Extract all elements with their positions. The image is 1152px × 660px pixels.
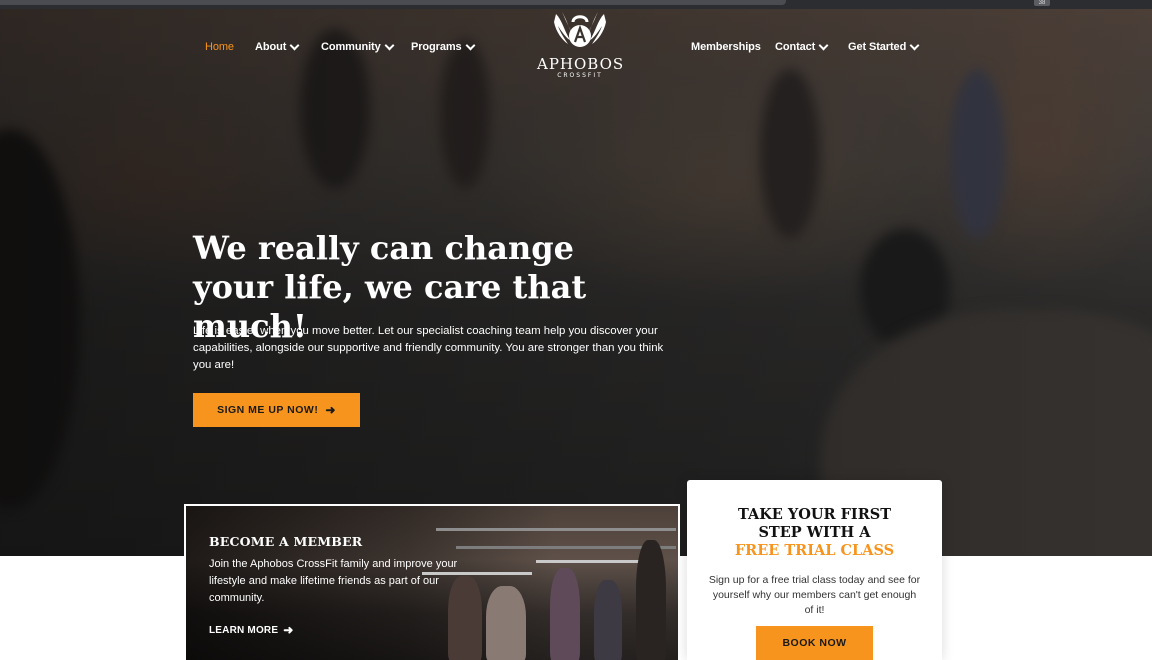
logo-subtitle: CROSSFIT	[557, 72, 603, 79]
nav-home[interactable]: Home	[205, 40, 234, 54]
chevron-down-icon	[909, 40, 920, 51]
trial-card-title: TAKE YOUR FIRST STEP WITH A FREE TRIAL C…	[687, 506, 942, 560]
learn-more-label: LEARN MORE	[209, 624, 279, 636]
trial-card-description: Sign up for a free trial class today and…	[708, 574, 921, 616]
member-card-title: BECOME A MEMBER	[209, 534, 363, 549]
browser-top-strip: 38	[0, 0, 1152, 9]
nav-memberships[interactable]: Memberships	[691, 40, 761, 54]
chevron-down-icon	[818, 40, 829, 51]
chevron-down-icon	[289, 40, 300, 51]
nav-memberships-label: Memberships	[691, 41, 761, 53]
member-card-content: BECOME A MEMBER Join the Aphobos CrossFi…	[186, 506, 678, 660]
sign-up-button[interactable]: SIGN ME UP NOW! ➜	[193, 393, 360, 427]
extension-badge[interactable]: 38	[1034, 0, 1050, 6]
logo-name: APHOBOS	[537, 55, 625, 73]
trial-title-accent: FREE TRIAL CLASS	[734, 542, 895, 559]
nav-community[interactable]: Community	[321, 40, 395, 54]
nav-about[interactable]: About	[255, 40, 300, 54]
nav-about-label: About	[255, 41, 287, 53]
nav-programs[interactable]: Programs	[411, 40, 476, 54]
trial-title-line1: TAKE YOUR FIRST	[737, 506, 892, 523]
member-card-description: Join the Aphobos CrossFit family and imp…	[209, 558, 458, 604]
learn-more-link[interactable]: LEARN MORE ➜	[209, 624, 294, 636]
chevron-down-icon	[465, 40, 476, 51]
book-now-button[interactable]: BOOK NOW	[756, 626, 873, 660]
free-trial-card: TAKE YOUR FIRST STEP WITH A FREE TRIAL C…	[687, 480, 942, 660]
site-logo[interactable]: APHOBOS CROSSFIT	[537, 10, 623, 86]
nav-get-started[interactable]: Get Started	[848, 40, 920, 54]
address-bar[interactable]	[0, 0, 786, 5]
become-member-card: BECOME A MEMBER Join the Aphobos CrossFi…	[184, 504, 680, 660]
sign-up-button-label: SIGN ME UP NOW!	[217, 404, 319, 416]
nav-get-started-label: Get Started	[848, 41, 907, 53]
hero-section: Home About Community Programs Membership…	[0, 9, 1152, 556]
arrow-right-icon: ➜	[283, 623, 294, 637]
winged-kettlebell-icon	[554, 12, 606, 47]
chevron-down-icon	[384, 40, 395, 51]
nav-home-label: Home	[205, 41, 234, 53]
arrow-right-icon: ➜	[325, 403, 336, 417]
hero-description: Life is easier when you move better. Let…	[193, 325, 664, 371]
nav-contact[interactable]: Contact	[775, 40, 829, 54]
nav-community-label: Community	[321, 41, 381, 53]
nav-programs-label: Programs	[411, 41, 462, 53]
trial-title-line2: STEP WITH A	[758, 524, 871, 541]
nav-contact-label: Contact	[775, 41, 816, 53]
